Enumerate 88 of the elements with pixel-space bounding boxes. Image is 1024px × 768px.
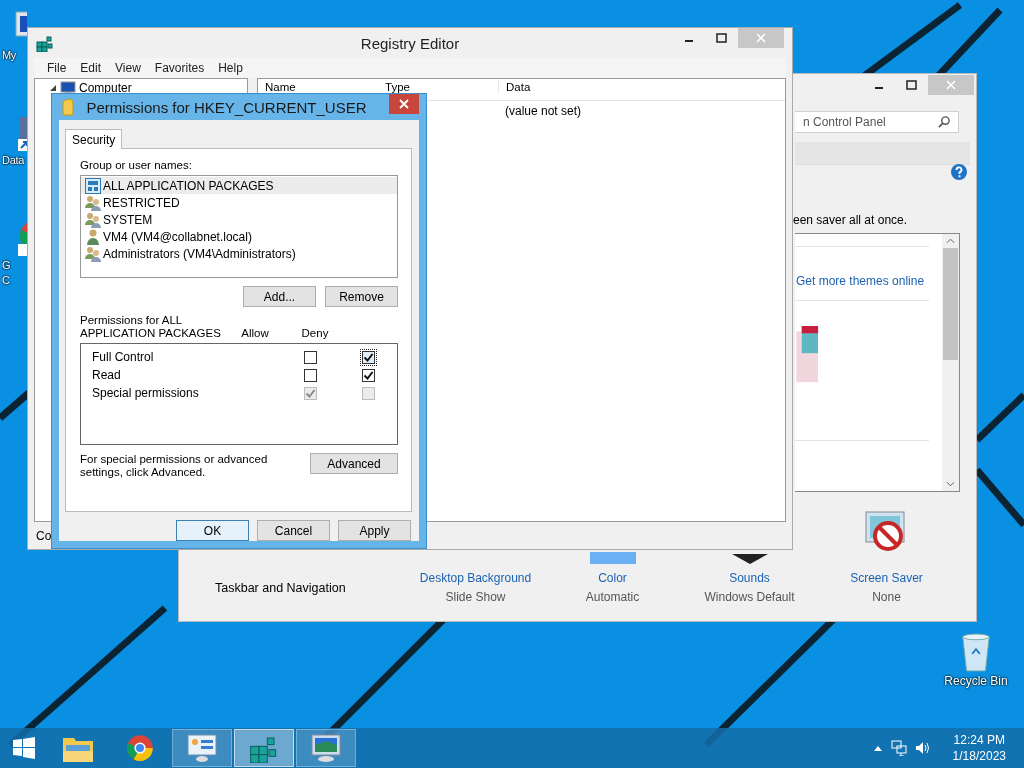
close-icon (399, 99, 409, 109)
deny-header: Deny (300, 327, 330, 340)
color-swatch-icon[interactable] (589, 552, 636, 564)
minimize-icon (685, 40, 693, 42)
user-list-item[interactable]: RESTRICTED (81, 194, 397, 211)
setting-value: None (872, 590, 901, 604)
setting-link[interactable]: Desktop Background (419, 571, 532, 585)
user-icon (85, 228, 101, 245)
permission-name: Full Control (91, 350, 155, 364)
setting-value: Windows Default (704, 590, 795, 604)
menu-item[interactable]: Help (211, 61, 250, 75)
user-list-item[interactable]: ALL APPLICATION PACKAGES (81, 177, 397, 194)
control-panel-icon (186, 733, 218, 763)
allow-header: Allow (240, 327, 270, 340)
clock-time[interactable]: 12:24 PM (953, 732, 1005, 748)
close-icon (756, 33, 766, 43)
get-themes-link[interactable]: Get more themes online (796, 274, 925, 288)
expand-arrow-icon[interactable] (49, 84, 57, 92)
advanced-note: For special permissions or advanced settings, click Advanced. (80, 453, 269, 479)
tree-item[interactable]: Computer (79, 81, 132, 95)
cubes-icon (36, 34, 54, 52)
description-text: een saver all at once. (793, 213, 908, 227)
search-field[interactable]: n Control Panel (795, 111, 959, 133)
maximize-icon (905, 80, 917, 90)
package-icon (85, 177, 101, 194)
dialog-button[interactable]: Remove (325, 286, 398, 307)
taskbar-button[interactable] (296, 729, 356, 767)
maximize-icon (715, 33, 727, 43)
computer-icon (60, 81, 76, 95)
permission-name: Special permissions (91, 386, 200, 400)
dialog-button[interactable]: Cancel (257, 520, 330, 541)
circle-logo-icon (124, 732, 156, 764)
speaker-icon[interactable] (731, 554, 768, 564)
recycle-bin-icon[interactable] (959, 630, 993, 674)
setting-value: Automatic (585, 590, 640, 604)
user-list[interactable]: ALL APPLICATION PACKAGES RESTRICTED SYSTEM VM4 (VM4@collabnet.local) Administrators (VM4\Administrators) (80, 175, 398, 278)
close-button[interactable] (389, 94, 419, 114)
clock-date[interactable]: 1/18/2023 (952, 748, 1006, 764)
table-cell-text: (value not set) (504, 104, 582, 118)
setting-link[interactable]: Color (598, 571, 627, 585)
taskbar-link[interactable]: Taskbar and Navigation (215, 581, 346, 595)
menu-item[interactable]: View (108, 61, 148, 75)
show-hidden-icons-icon[interactable] (872, 744, 883, 752)
window-title: Registry Editor (359, 34, 461, 52)
users-icon (85, 194, 101, 211)
close-icon (946, 80, 956, 90)
dialog-button[interactable]: OK (176, 520, 249, 541)
setting-value: Slide Show (445, 590, 506, 604)
windows-logo-icon (13, 737, 35, 759)
menu-item[interactable]: File (40, 61, 74, 75)
scroll-thumb[interactable] (943, 248, 958, 360)
user-list-item[interactable]: VM4 (VM4@collabnet.local) (81, 228, 397, 245)
themes-list[interactable]: Get more themes online (795, 233, 960, 492)
column-header[interactable]: Name (258, 81, 378, 93)
checkbox[interactable] (303, 368, 317, 382)
permissions-label: Permissions for ALL APPLICATION PACKAGES (80, 314, 222, 340)
setting-link[interactable]: Screen Saver (850, 571, 923, 585)
column-header[interactable]: Type (378, 81, 498, 93)
column-header[interactable]: Data (498, 81, 531, 93)
dialog-title: Permissions for HKEY_CURRENT_USER (85, 98, 368, 116)
dialog-button[interactable]: Add... (243, 286, 316, 307)
users-icon (85, 211, 101, 228)
setting-link[interactable]: Sounds (729, 571, 770, 585)
folder-icon (62, 98, 74, 116)
users-icon (85, 245, 101, 262)
group-label: Group or user names: (80, 158, 193, 172)
volume-icon[interactable] (914, 740, 931, 756)
dialog-button[interactable]: Apply (338, 520, 411, 541)
menu-item[interactable]: Favorites (147, 61, 212, 75)
advanced-button[interactable]: Advanced (310, 453, 398, 474)
checkbox[interactable] (303, 350, 317, 364)
search-icon (938, 115, 951, 128)
help-icon[interactable] (951, 164, 967, 180)
network-icon[interactable] (890, 740, 907, 756)
minimize-icon (875, 87, 883, 89)
checkbox[interactable] (361, 368, 375, 382)
menu-item[interactable]: Edit (73, 61, 109, 75)
scrollbar[interactable] (942, 234, 959, 491)
security-tab[interactable]: Security (65, 129, 123, 149)
monitor-icon (310, 733, 342, 763)
taskbar-button[interactable] (234, 729, 294, 767)
status-text: Co (36, 528, 52, 543)
permission-name: Read (91, 368, 122, 382)
scroll-down-icon[interactable] (946, 481, 955, 487)
taskbar-button[interactable] (172, 729, 232, 767)
user-list-item[interactable]: Administrators (VM4\Administrators) (81, 245, 397, 262)
user-list-item[interactable]: SYSTEM (81, 211, 397, 228)
scroll-up-icon[interactable] (946, 238, 955, 244)
